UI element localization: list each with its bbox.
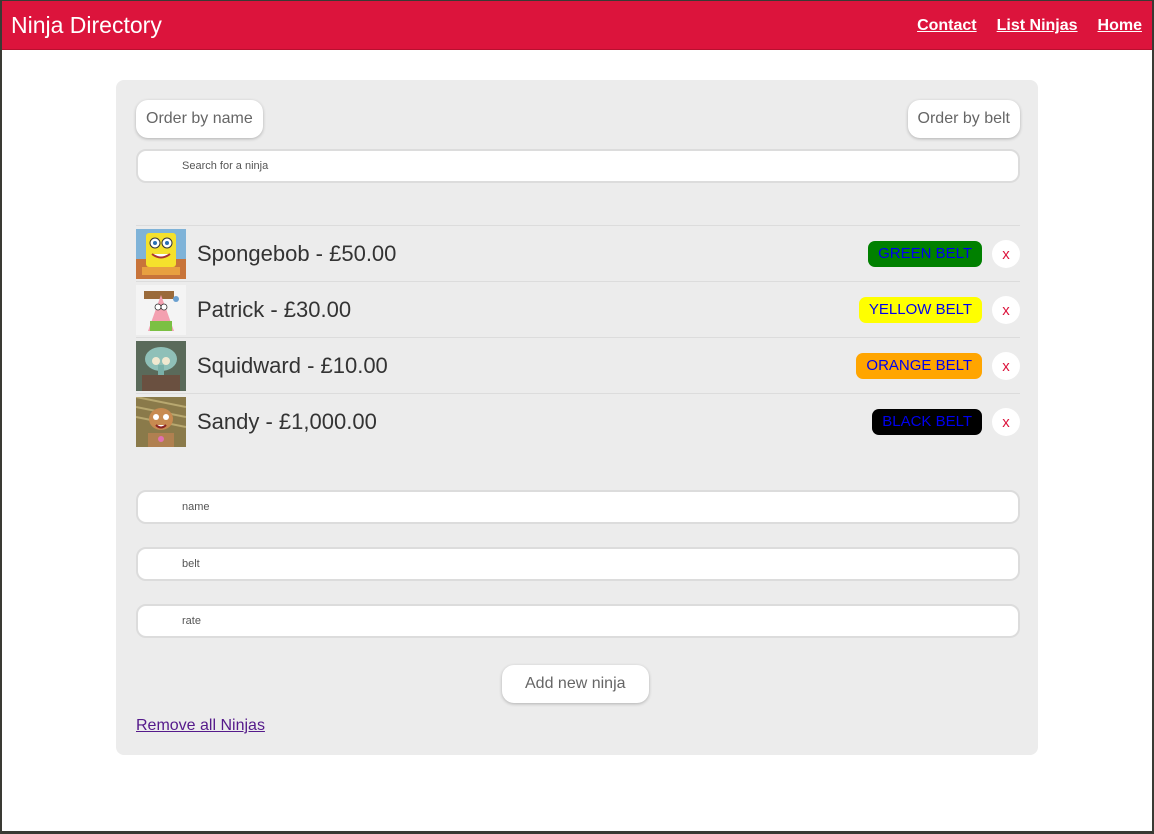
belt-badge: GREEN BELT [868, 241, 982, 267]
sandy-avatar [136, 397, 186, 447]
belt-badge: YELLOW BELT [858, 297, 982, 323]
ninja-name-label: Squidward - £10.00 [197, 353, 388, 378]
name-field[interactable] [136, 490, 1020, 524]
ninja-list: Spongebob - £50.00 GREEN BELT x Patrick … [136, 225, 1020, 449]
ninja-name-label: Spongebob - £50.00 [197, 241, 397, 266]
spongebob-avatar [136, 229, 186, 279]
order-by-name-button[interactable]: Order by name [136, 100, 263, 138]
list-item: Sandy - £1,000.00 BLACK BELT x [136, 393, 1020, 449]
patrick-avatar [136, 285, 186, 335]
order-by-belt-button[interactable]: Order by belt [907, 100, 1020, 138]
list-item: Spongebob - £50.00 GREEN BELT x [136, 225, 1020, 281]
nav-links: Contact List Ninjas Home [917, 17, 1142, 35]
belt-badge: BLACK BELT [872, 409, 982, 435]
belt-field[interactable] [136, 547, 1020, 581]
brand-title: Ninja Directory [11, 12, 162, 38]
app-window: Ninja Directory Contact List Ninjas Home… [2, 1, 1152, 831]
navbar: Ninja Directory Contact List Ninjas Home [2, 1, 1152, 50]
delete-ninja-button[interactable]: x [992, 240, 1020, 268]
delete-ninja-button[interactable]: x [992, 408, 1020, 436]
list-item: Squidward - £10.00 ORANGE BELT x [136, 337, 1020, 393]
nav-link-list-ninjas[interactable]: List Ninjas [997, 17, 1078, 35]
delete-ninja-button[interactable]: x [992, 352, 1020, 380]
ninja-name-label: Patrick - £30.00 [197, 297, 352, 322]
rate-field[interactable] [136, 604, 1020, 638]
add-ninja-button[interactable]: Add new ninja [502, 665, 649, 703]
remove-all-link[interactable]: Remove all Ninjas [136, 717, 265, 735]
search-input[interactable] [136, 149, 1020, 183]
delete-ninja-button[interactable]: x [992, 296, 1020, 324]
ninja-panel: Order by name Order by belt Search for a… [116, 80, 1038, 755]
list-item: Patrick - £30.00 YELLOW BELT x [136, 281, 1020, 337]
nav-link-home[interactable]: Home [1098, 17, 1142, 35]
nav-link-contact[interactable]: Contact [917, 17, 977, 35]
ninja-name-label: Sandy - £1,000.00 [197, 409, 377, 434]
belt-badge: ORANGE BELT [856, 353, 982, 379]
squidward-avatar [136, 341, 186, 391]
